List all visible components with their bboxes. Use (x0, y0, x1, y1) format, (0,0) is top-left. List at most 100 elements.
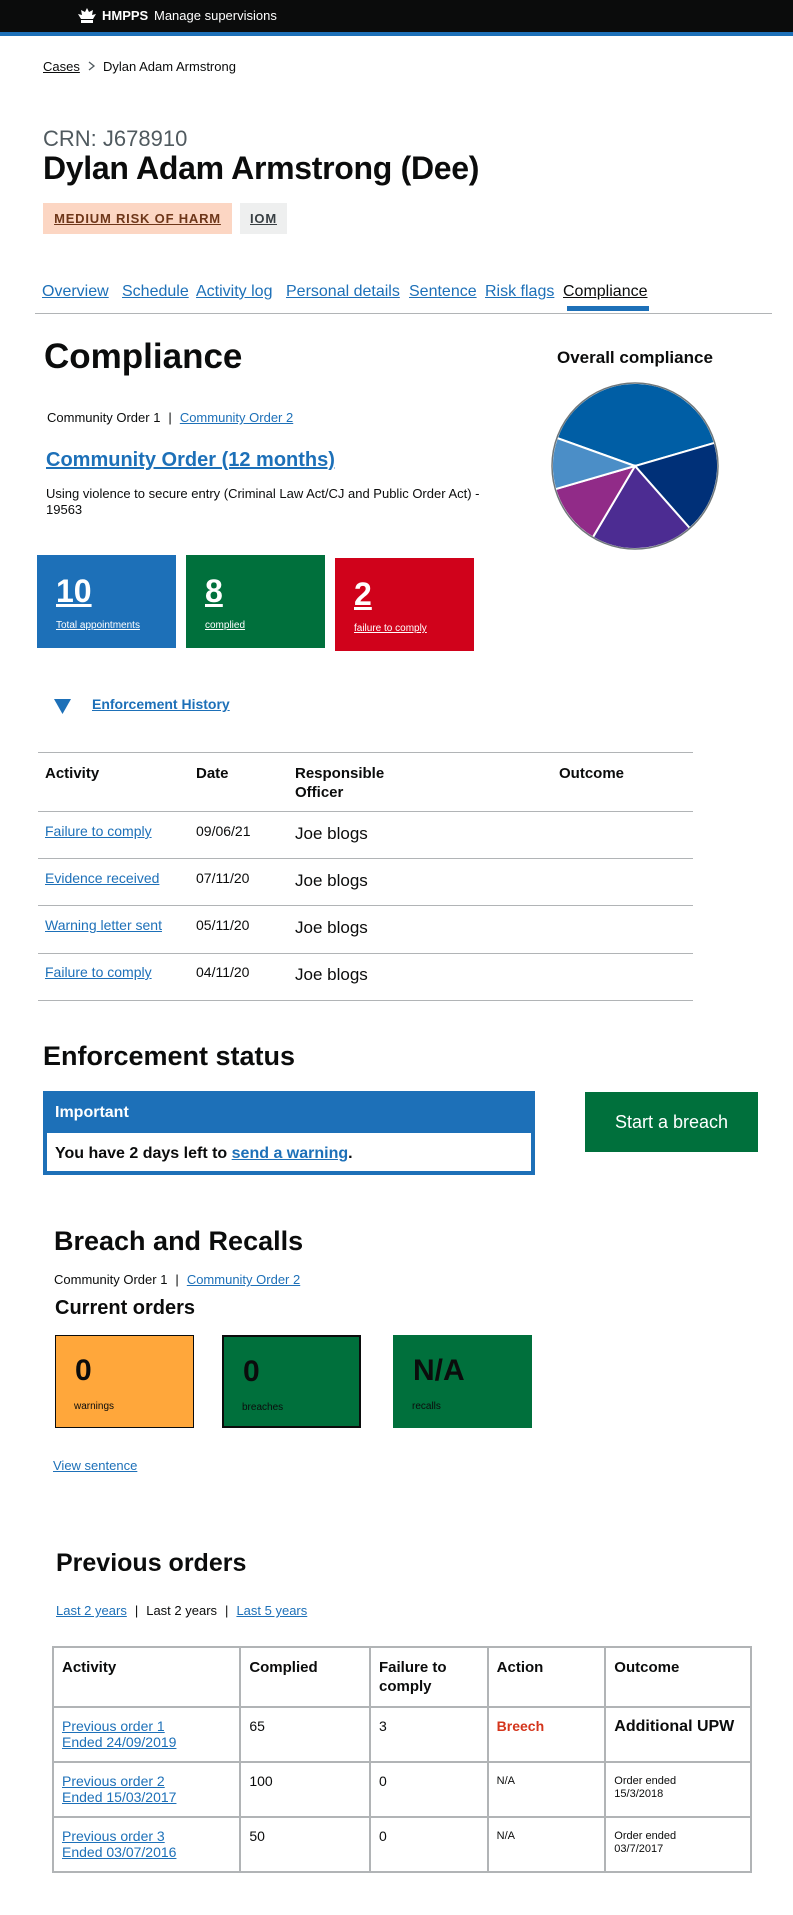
previous-order-link[interactable]: Previous order 1 (62, 1718, 165, 1734)
order-switcher: Community Order 1 | Community Order 2 (47, 410, 294, 425)
order-cell: Previous order 1 Ended 24/09/2019 (51, 1706, 242, 1763)
total-appointments-label[interactable]: Total appointments (56, 620, 140, 631)
warnings-count: 0 (75, 1354, 92, 1387)
action-cell: N/A (486, 1761, 607, 1818)
total-appointments-count[interactable]: 10 (56, 573, 92, 610)
breach-order-current-label: Community Order 1 (54, 1272, 168, 1287)
column-header-complied: Complied (239, 1646, 371, 1708)
table-row: Previous order 1 Ended 24/09/2019 65 3 Br… (51, 1706, 752, 1763)
current-orders-heading: Current orders (55, 1297, 196, 1319)
service-name[interactable]: Manage supervisions (154, 8, 277, 23)
breadcrumb-current: Dylan Adam Armstrong (103, 59, 236, 74)
enforcement-date: 07/11/20 (196, 870, 250, 886)
table-top-rule (38, 752, 693, 753)
previous-order-ended-link[interactable]: Ended 24/09/2019 (62, 1734, 176, 1750)
enforcement-activity-link[interactable]: Failure to comply (45, 964, 152, 980)
breaches-count: 0 (243, 1355, 260, 1388)
send-warning-link[interactable]: send a warning (232, 1145, 348, 1162)
risk-of-harm-tag[interactable]: MEDIUM RISK OF HARM (43, 203, 232, 234)
brand-name[interactable]: HMPPS (102, 8, 148, 23)
previous-order-link[interactable]: Previous order 2 (62, 1773, 165, 1789)
column-header-action: Action (486, 1646, 607, 1708)
order-title-link[interactable]: Community Order (12 months) (46, 449, 335, 472)
order-cell: Previous order 3 Ended 03/07/2016 (51, 1816, 242, 1873)
enforcement-date: 05/11/20 (196, 917, 250, 933)
enforcement-officer: Joe blogs (295, 965, 368, 984)
table-row-rule (38, 905, 693, 906)
breach-order-2-link[interactable]: Community Order 2 (187, 1272, 300, 1287)
view-sentence-link[interactable]: View sentence (53, 1458, 137, 1473)
expand-triangle-icon[interactable] (54, 699, 71, 714)
complied-count[interactable]: 8 (205, 573, 223, 610)
column-header-outcome: Outcome (559, 765, 625, 782)
recalls-count: N/A (413, 1354, 465, 1387)
iom-tag[interactable]: IOM (240, 203, 287, 234)
complied-cell: 65 (239, 1706, 371, 1763)
tab-personal-details[interactable]: Personal details (286, 283, 400, 301)
filter-last-5-years-link[interactable]: Last 5 years (236, 1603, 307, 1618)
outcome-cell: Additional UPW (604, 1706, 752, 1763)
column-header-activity: Activity (51, 1646, 242, 1708)
breaches-box: 0 breaches (222, 1335, 361, 1428)
header-accent-line (0, 32, 793, 36)
table-header-row: Activity Complied Failure to comply Acti… (51, 1646, 752, 1708)
table-row: Previous order 3 Ended 03/07/2016 50 0 N/… (51, 1816, 752, 1873)
recalls-label: recalls (412, 1401, 441, 1412)
overall-compliance-pie-chart (551, 382, 719, 550)
failure-cell: 0 (369, 1816, 489, 1873)
breadcrumb-cases-link[interactable]: Cases (43, 59, 80, 74)
outcome-value: Order ended 15/3/2018 (614, 1775, 677, 1800)
enforcement-officer: Joe blogs (295, 918, 368, 937)
outcome-value: Order ended 03/7/2017 (614, 1830, 677, 1855)
outcome-cell: Order ended 03/7/2017 (604, 1816, 752, 1873)
table-bottom-rule (38, 1000, 693, 1001)
enforcement-activity-link[interactable]: Warning letter sent (45, 917, 162, 933)
total-appointments-tile[interactable]: 10 Total appointments (37, 555, 176, 648)
tab-overview[interactable]: Overview (42, 283, 109, 301)
important-banner-message: You have 2 days left to send a warning. (55, 1145, 353, 1163)
complied-label[interactable]: complied (205, 620, 245, 631)
failure-to-comply-count[interactable]: 2 (354, 576, 372, 613)
outcome-cell: Order ended 15/3/2018 (604, 1761, 752, 1818)
enforcement-officer: Joe blogs (295, 871, 368, 890)
breaches-label: breaches (242, 1402, 284, 1413)
failure-cell: 3 (369, 1706, 489, 1763)
previous-order-ended-link[interactable]: Ended 03/07/2016 (62, 1844, 176, 1860)
tab-risk-flags[interactable]: Risk flags (485, 283, 554, 301)
enforcement-officer: Joe blogs (295, 824, 368, 843)
outcome-value: Additional UPW (614, 1718, 735, 1735)
action-value: Breech (496, 1718, 545, 1734)
failure-cell: 0 (369, 1761, 489, 1818)
enforcement-activity-link[interactable]: Failure to comply (45, 823, 152, 839)
start-breach-button[interactable]: Start a breach (585, 1092, 758, 1152)
table-row: Previous order 2 Ended 15/03/2017 100 0 N… (51, 1761, 752, 1818)
complied-tile[interactable]: 8 complied (186, 555, 325, 648)
tab-sentence[interactable]: Sentence (409, 283, 477, 301)
important-banner-title: Important (47, 1095, 531, 1133)
enforcement-activity-link[interactable]: Evidence received (45, 870, 159, 886)
tab-activity-log[interactable]: Activity log (196, 283, 272, 301)
action-cell: Breech (486, 1706, 607, 1763)
failure-to-comply-label[interactable]: failure to comply (354, 623, 427, 634)
complied-cell: 50 (239, 1816, 371, 1873)
tab-compliance[interactable]: Compliance (563, 283, 647, 301)
enforcement-date: 04/11/20 (196, 964, 250, 980)
enforcement-history-toggle[interactable]: Enforcement History (92, 696, 230, 712)
table-row-rule (38, 858, 693, 859)
previous-order-ended-link[interactable]: Ended 15/03/2017 (62, 1789, 176, 1805)
breach-order-switcher: Community Order 1 | Community Order 2 (54, 1272, 301, 1287)
order-cell: Previous order 2 Ended 15/03/2017 (51, 1761, 242, 1818)
previous-orders-table: Activity Complied Failure to comply Acti… (51, 1646, 752, 1873)
previous-order-link[interactable]: Previous order 3 (62, 1828, 165, 1844)
order-2-link[interactable]: Community Order 2 (180, 410, 293, 425)
overall-compliance-title: Overall compliance (557, 348, 713, 367)
enforcement-date: 09/06/21 (196, 823, 251, 839)
warnings-box: 0 warnings (55, 1335, 194, 1428)
order-current-label: Community Order 1 (47, 410, 161, 425)
column-header-failure-to-comply: Failure to comply (369, 1646, 489, 1708)
tab-schedule[interactable]: Schedule (122, 283, 189, 301)
active-tab-indicator (567, 306, 649, 311)
filter-last-2-years-link[interactable]: Last 2 years (56, 1603, 127, 1618)
column-header-activity: Activity (45, 765, 100, 782)
failure-to-comply-tile[interactable]: 2 failure to comply (335, 558, 474, 651)
